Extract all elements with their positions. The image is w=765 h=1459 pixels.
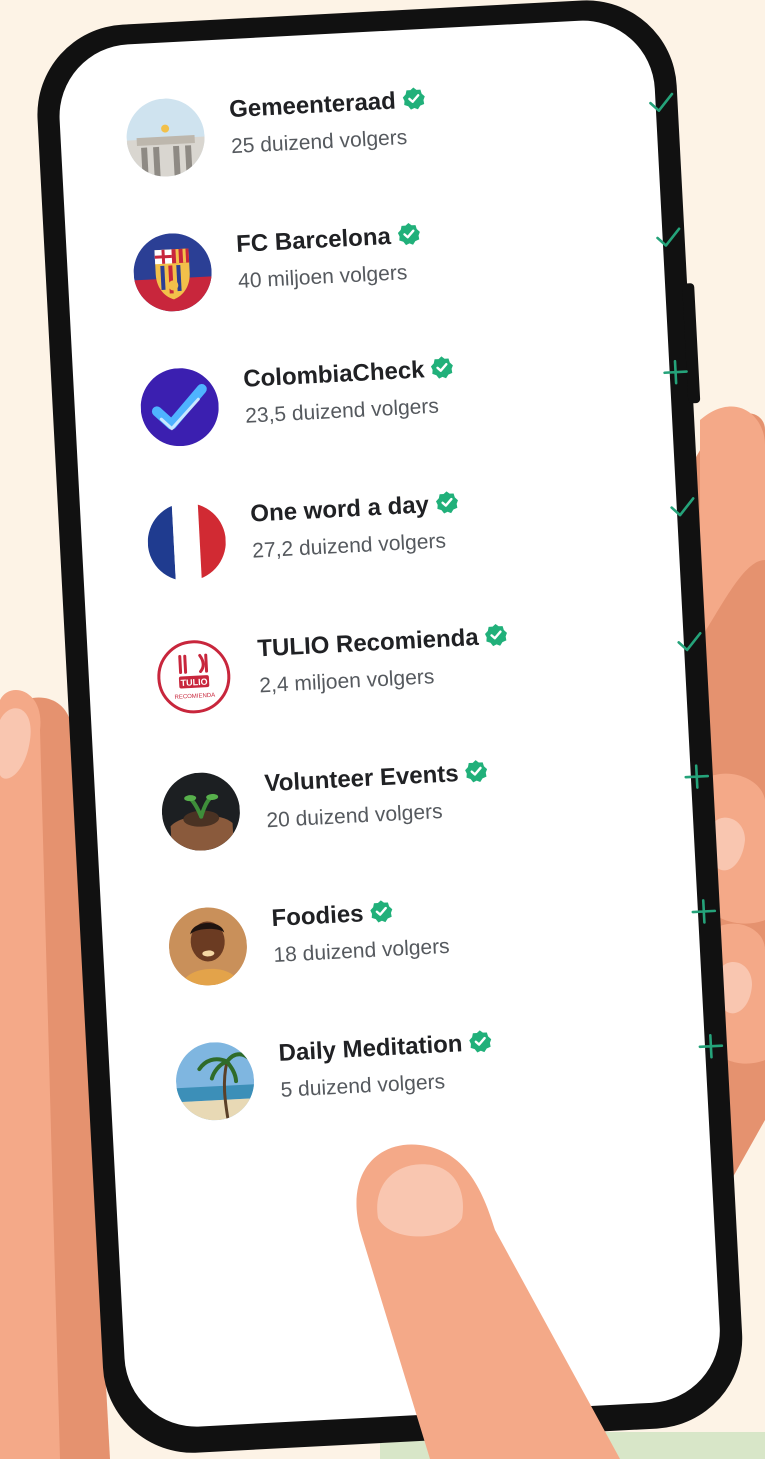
channel-row[interactable]: One word a day 27,2 duizend volgers xyxy=(145,472,710,601)
checkmark-icon xyxy=(656,227,681,247)
follower-count: 2,4 miljoen volgers xyxy=(258,665,435,698)
channel-name: Daily Meditation xyxy=(278,1028,493,1069)
checkmark-icon xyxy=(649,92,674,113)
channel-row[interactable]: TULIO RECOMIENDA TULIO Recomienda 2,4 mi… xyxy=(152,607,717,736)
plus-icon xyxy=(691,899,717,924)
follow-plus-button[interactable] xyxy=(650,347,700,397)
follower-count: 40 miljoen volgers xyxy=(237,261,408,293)
verified-badge-icon xyxy=(396,221,421,246)
following-check-button[interactable] xyxy=(657,482,707,532)
follow-plus-button[interactable] xyxy=(686,1021,736,1071)
person-eating-avatar xyxy=(166,905,249,988)
verified-badge-icon xyxy=(401,86,426,111)
verified-badge-icon xyxy=(464,759,489,784)
channel-name: FC Barcelona xyxy=(236,220,422,260)
channel-row[interactable]: Daily Meditation 5 duizend volgers xyxy=(174,1011,738,1140)
verified-badge-icon xyxy=(484,622,509,647)
channel-name: ColombiaCheck xyxy=(243,354,456,395)
plus-icon xyxy=(684,764,710,789)
follower-count: 27,2 duizend volgers xyxy=(251,529,447,563)
channel-list: Gemeenteraad 25 duizend volgers FC Barce… xyxy=(124,67,740,1175)
verified-badge-icon xyxy=(369,899,394,924)
following-check-button[interactable] xyxy=(664,617,714,667)
channel-row[interactable]: Volunteer Events 20 duizend volgers xyxy=(159,741,724,870)
channel-row[interactable]: ColombiaCheck 23,5 duizend volgers xyxy=(138,337,703,466)
follow-plus-button[interactable] xyxy=(672,751,722,801)
tulio-logo-avatar: TULIO RECOMIENDA xyxy=(152,635,235,718)
fc-barcelona-crest-avatar xyxy=(131,231,214,314)
following-check-button[interactable] xyxy=(636,77,686,127)
verified-badge-icon xyxy=(434,490,459,515)
checkmark-icon xyxy=(677,631,702,652)
verified-badge-icon xyxy=(468,1029,493,1054)
channel-name: Volunteer Events xyxy=(264,758,490,800)
follower-count: 23,5 duizend volgers xyxy=(244,394,440,428)
channel-name: Gemeenteraad xyxy=(228,85,426,125)
town-hall-avatar xyxy=(124,96,207,179)
tulio-logo-text: TULIO xyxy=(180,677,207,688)
checkmark-icon xyxy=(670,497,695,517)
french-flag-avatar xyxy=(145,501,228,583)
follower-count: 25 duizend volgers xyxy=(230,125,408,159)
channel-name: TULIO Recomienda xyxy=(257,621,510,664)
hands-with-plant-avatar xyxy=(159,770,242,853)
follower-count: 5 duizend volgers xyxy=(280,1070,446,1102)
beach-palm-avatar xyxy=(174,1040,257,1123)
channel-name: Foodies xyxy=(271,898,394,934)
follow-plus-button[interactable] xyxy=(679,886,729,936)
channel-name: One word a day xyxy=(250,489,460,530)
channel-row[interactable]: FC Barcelona 40 miljoen volgers xyxy=(131,202,695,331)
follower-count: 18 duizend volgers xyxy=(272,934,451,968)
following-check-button[interactable] xyxy=(643,212,693,262)
plus-icon xyxy=(663,359,688,385)
colombiacheck-logo-avatar xyxy=(138,366,221,449)
follower-count: 20 duizend volgers xyxy=(265,799,444,833)
channel-row[interactable]: Foodies 18 duizend volgers xyxy=(166,876,731,1005)
plus-icon xyxy=(698,1033,724,1059)
verified-badge-icon xyxy=(430,355,455,380)
